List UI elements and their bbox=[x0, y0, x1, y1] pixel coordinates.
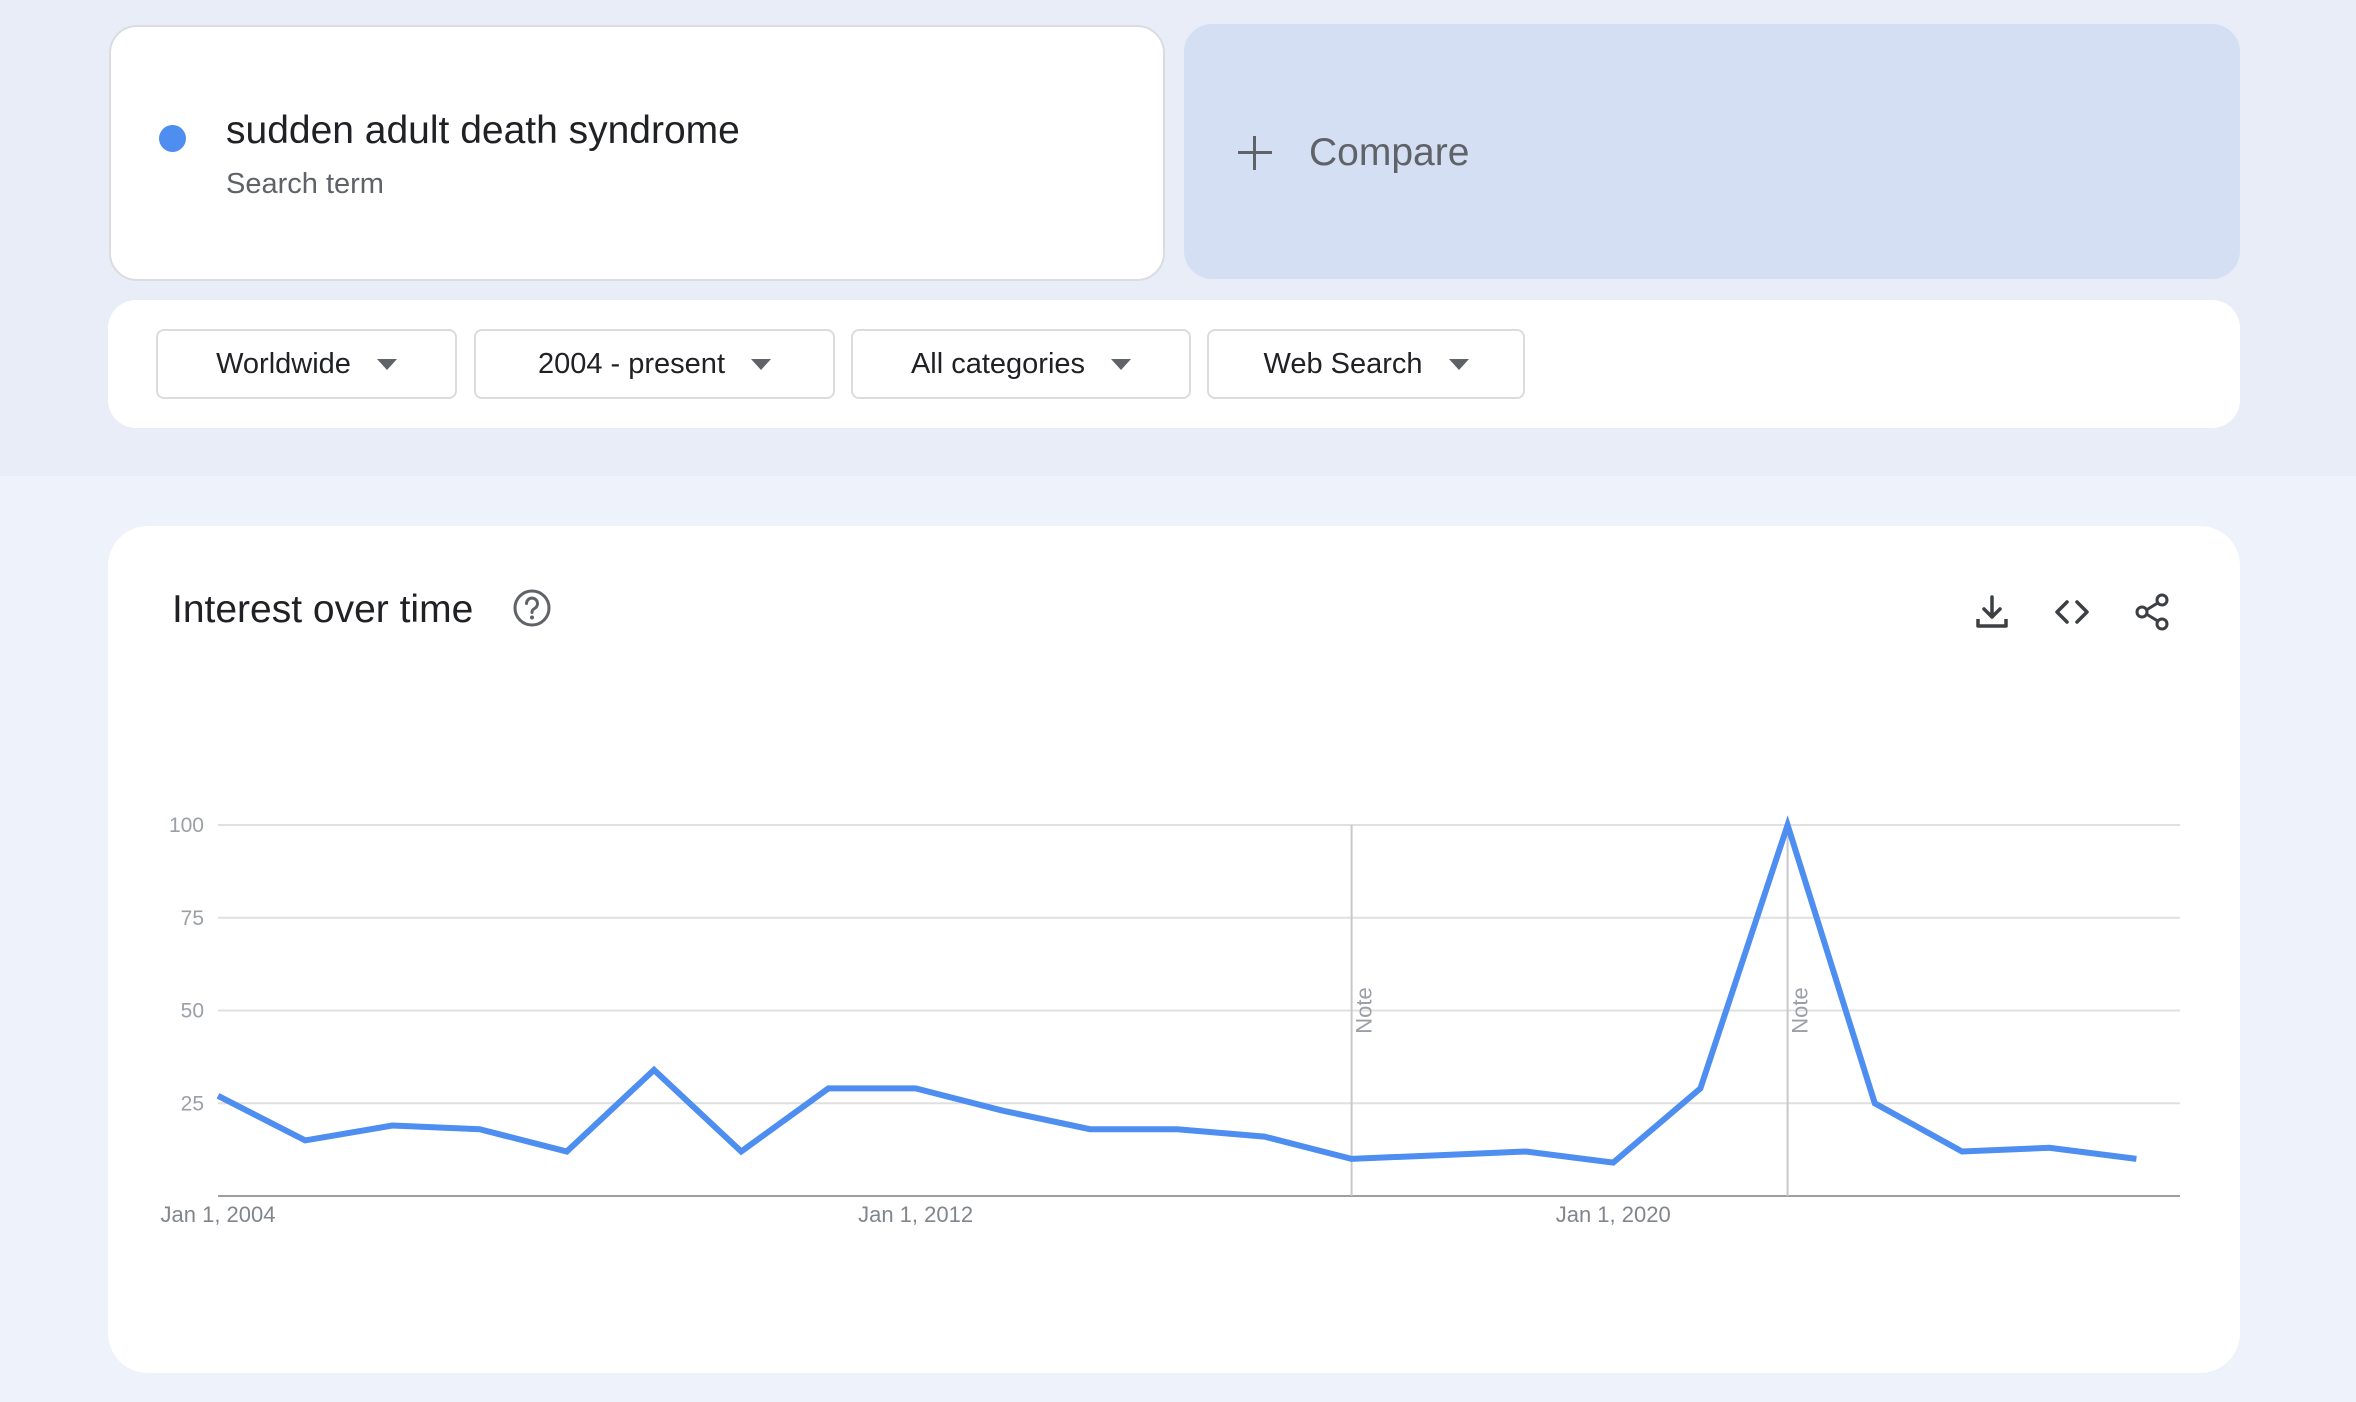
x-tick-label: Jan 1, 2012 bbox=[858, 1202, 973, 1227]
x-tick-label: Jan 1, 2004 bbox=[161, 1202, 276, 1227]
interest-over-time-card: Interest over time 100 75 50 25 Jan 1, 2004 J… bbox=[108, 526, 2240, 1373]
search-type-label: Web Search bbox=[1263, 347, 1423, 380]
y-tick-label: 50 bbox=[181, 1000, 204, 1023]
region-filter-dropdown[interactable]: Worldwide bbox=[156, 329, 457, 399]
search-type-dropdown[interactable]: Web Search bbox=[1207, 329, 1525, 399]
plus-icon bbox=[1238, 136, 1272, 170]
interest-line-chart: 100 75 50 25 Jan 1, 2004 Jan 1, 2012 Jan 1, 20… bbox=[161, 814, 2180, 1227]
time-range-label: 2004 - present bbox=[537, 347, 725, 380]
search-term-card[interactable]: sudden adult death syndrome Search term bbox=[109, 25, 1165, 281]
x-tick-label: Jan 1, 2020 bbox=[1556, 1202, 1671, 1227]
search-term-subtitle: Search term bbox=[226, 168, 384, 200]
filter-bar: Worldwide 2004 - present All categories … bbox=[108, 300, 2240, 428]
note-label: Note bbox=[1788, 987, 1813, 1033]
compare-button[interactable]: Compare bbox=[1184, 24, 2240, 279]
time-range-dropdown[interactable]: 2004 - present bbox=[474, 329, 835, 399]
category-label: All categories bbox=[910, 347, 1086, 380]
series-color-dot bbox=[159, 125, 186, 152]
y-tick-label: 75 bbox=[181, 907, 204, 930]
series-line bbox=[216, 815, 2137, 1166]
note-label: Note bbox=[1352, 987, 1377, 1033]
search-term-name[interactable]: sudden adult death syndrome bbox=[226, 109, 740, 153]
region-filter-label: Worldwide bbox=[216, 347, 351, 380]
compare-label: Compare bbox=[1309, 131, 1470, 174]
caret-down-icon bbox=[376, 358, 397, 370]
category-dropdown[interactable]: All categories bbox=[851, 329, 1191, 399]
caret-down-icon bbox=[1111, 358, 1132, 370]
caret-down-icon bbox=[1448, 358, 1469, 370]
y-tick-label: 100 bbox=[169, 814, 204, 837]
y-tick-label: 25 bbox=[181, 1092, 204, 1115]
caret-down-icon bbox=[751, 358, 771, 370]
